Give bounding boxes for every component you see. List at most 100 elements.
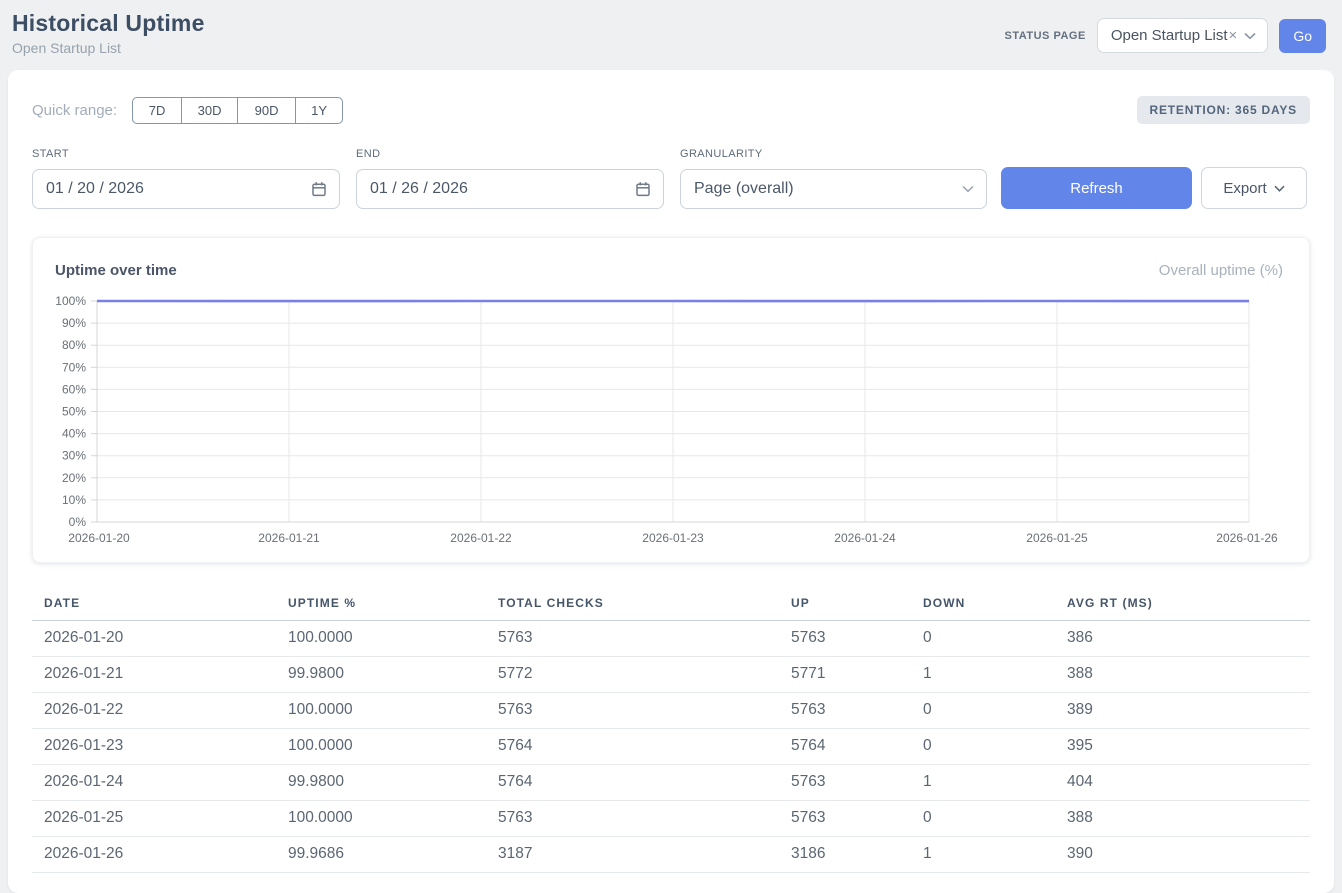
table-row: 2026-01-21 99.9800 5772 5771 1 388 xyxy=(32,657,1310,693)
cell-up: 5763 xyxy=(779,765,911,801)
cell-avg-rt: 388 xyxy=(1055,657,1310,693)
page-header: Historical Uptime Open Startup List STAT… xyxy=(0,0,1342,56)
table-header: DATE UPTIME % TOTAL CHECKS UP DOWN AVG R… xyxy=(32,587,1310,621)
cell-total-checks: 5764 xyxy=(486,729,779,765)
page-heading: Historical Uptime Open Startup List xyxy=(12,10,205,56)
cell-down: 0 xyxy=(911,693,1055,729)
cell-total-checks: 5764 xyxy=(486,765,779,801)
cell-down: 0 xyxy=(911,801,1055,837)
svg-text:2026-01-24: 2026-01-24 xyxy=(834,531,896,545)
col-down: DOWN xyxy=(911,587,1055,621)
start-date-value: 01 / 20 / 2026 xyxy=(46,180,144,198)
svg-text:100%: 100% xyxy=(55,294,86,308)
svg-text:70%: 70% xyxy=(62,360,86,374)
quick-range-row: Quick range: 7D 30D 90D 1Y RETENTION: 36… xyxy=(32,96,1310,124)
cell-date: 2026-01-22 xyxy=(32,693,276,729)
svg-text:2026-01-23: 2026-01-23 xyxy=(642,531,704,545)
clear-selection-icon[interactable]: × xyxy=(1229,28,1238,43)
svg-text:2026-01-25: 2026-01-25 xyxy=(1026,531,1088,545)
cell-avg-rt: 386 xyxy=(1055,621,1310,657)
cell-down: 1 xyxy=(911,837,1055,873)
granularity-field: GRANULARITY Page (overall) xyxy=(680,148,987,209)
table-row: 2026-01-25 100.0000 5763 5763 0 388 xyxy=(32,801,1310,837)
svg-text:30%: 30% xyxy=(62,449,86,463)
table-row: 2026-01-20 100.0000 5763 5763 0 386 xyxy=(32,621,1310,657)
svg-text:0%: 0% xyxy=(69,515,87,529)
cell-total-checks: 5763 xyxy=(486,801,779,837)
cell-uptime: 100.0000 xyxy=(276,801,486,837)
chevron-down-icon xyxy=(1244,32,1256,40)
col-uptime: UPTIME % xyxy=(276,587,486,621)
cell-uptime: 100.0000 xyxy=(276,729,486,765)
col-date: DATE xyxy=(32,587,276,621)
cell-total-checks: 5772 xyxy=(486,657,779,693)
col-avg-rt: AVG RT (MS) xyxy=(1055,587,1310,621)
uptime-line-chart[interactable]: 100% 90% 80% 70% 60% 50% 40% 30% 20% 10%… xyxy=(53,291,1295,549)
chart-header: Uptime over time Overall uptime (%) xyxy=(53,256,1289,291)
cell-uptime: 99.9800 xyxy=(276,657,486,693)
cell-avg-rt: 395 xyxy=(1055,729,1310,765)
uptime-chart-card: Uptime over time Overall uptime (%) xyxy=(32,237,1310,563)
cell-avg-rt: 388 xyxy=(1055,801,1310,837)
cell-up: 5763 xyxy=(779,693,911,729)
start-date-input[interactable]: 01 / 20 / 2026 xyxy=(32,169,340,209)
quick-range-group: 7D 30D 90D 1Y xyxy=(132,97,343,124)
granularity-selected-value: Page (overall) xyxy=(694,180,794,198)
quick-range-90d[interactable]: 90D xyxy=(237,97,296,124)
cell-date: 2026-01-23 xyxy=(32,729,276,765)
quick-range-7d[interactable]: 7D xyxy=(132,97,182,124)
cell-uptime: 99.9686 xyxy=(276,837,486,873)
status-page-select[interactable]: Open Startup List × xyxy=(1097,18,1269,53)
end-date-value: 01 / 26 / 2026 xyxy=(370,180,468,198)
cell-date: 2026-01-24 xyxy=(32,765,276,801)
svg-text:2026-01-20: 2026-01-20 xyxy=(68,531,130,545)
status-page-label: STATUS PAGE xyxy=(1005,30,1086,42)
page-title: Historical Uptime xyxy=(12,10,205,37)
chart-legend-label: Overall uptime (%) xyxy=(1159,262,1283,279)
chevron-down-icon xyxy=(1274,185,1285,192)
cell-total-checks: 5763 xyxy=(486,621,779,657)
uptime-table: DATE UPTIME % TOTAL CHECKS UP DOWN AVG R… xyxy=(32,587,1310,873)
quick-range-30d[interactable]: 30D xyxy=(181,97,238,124)
go-button[interactable]: Go xyxy=(1279,19,1326,53)
cell-uptime: 99.9800 xyxy=(276,765,486,801)
page-subtitle: Open Startup List xyxy=(12,40,205,56)
x-axis-labels: 2026-01-20 2026-01-21 2026-01-22 2026-01… xyxy=(68,531,1278,545)
calendar-icon[interactable] xyxy=(311,181,327,197)
svg-text:2026-01-21: 2026-01-21 xyxy=(258,531,320,545)
svg-text:50%: 50% xyxy=(62,405,86,419)
cell-total-checks: 3187 xyxy=(486,837,779,873)
cell-avg-rt: 404 xyxy=(1055,765,1310,801)
y-axis-labels: 100% 90% 80% 70% 60% 50% 40% 30% 20% 10%… xyxy=(55,294,86,529)
cell-up: 5771 xyxy=(779,657,911,693)
svg-text:2026-01-26: 2026-01-26 xyxy=(1216,531,1278,545)
y-axis-ticks xyxy=(91,301,97,522)
cell-avg-rt: 390 xyxy=(1055,837,1310,873)
table-row: 2026-01-26 99.9686 3187 3186 1 390 xyxy=(32,837,1310,873)
cell-uptime: 100.0000 xyxy=(276,693,486,729)
export-button-label: Export xyxy=(1223,180,1266,197)
table-row: 2026-01-22 100.0000 5763 5763 0 389 xyxy=(32,693,1310,729)
svg-text:20%: 20% xyxy=(62,471,86,485)
svg-text:80%: 80% xyxy=(62,338,86,352)
col-total-checks: TOTAL CHECKS xyxy=(486,587,779,621)
cell-avg-rt: 389 xyxy=(1055,693,1310,729)
table-row: 2026-01-23 100.0000 5764 5764 0 395 xyxy=(32,729,1310,765)
status-page-selected-value: Open Startup List xyxy=(1111,27,1228,44)
calendar-icon[interactable] xyxy=(635,181,651,197)
cell-down: 0 xyxy=(911,729,1055,765)
cell-up: 3186 xyxy=(779,837,911,873)
chevron-down-icon xyxy=(962,185,974,193)
cell-down: 1 xyxy=(911,765,1055,801)
granularity-label: GRANULARITY xyxy=(680,148,987,160)
cell-date: 2026-01-25 xyxy=(32,801,276,837)
end-date-input[interactable]: 01 / 26 / 2026 xyxy=(356,169,664,209)
cell-date: 2026-01-20 xyxy=(32,621,276,657)
cell-uptime: 100.0000 xyxy=(276,621,486,657)
export-button[interactable]: Export xyxy=(1201,167,1307,209)
svg-text:90%: 90% xyxy=(62,316,86,330)
start-date-field: START 01 / 20 / 2026 xyxy=(32,148,340,209)
granularity-select[interactable]: Page (overall) xyxy=(680,169,987,209)
quick-range-1y[interactable]: 1Y xyxy=(295,97,343,124)
refresh-button[interactable]: Refresh xyxy=(1001,167,1192,209)
